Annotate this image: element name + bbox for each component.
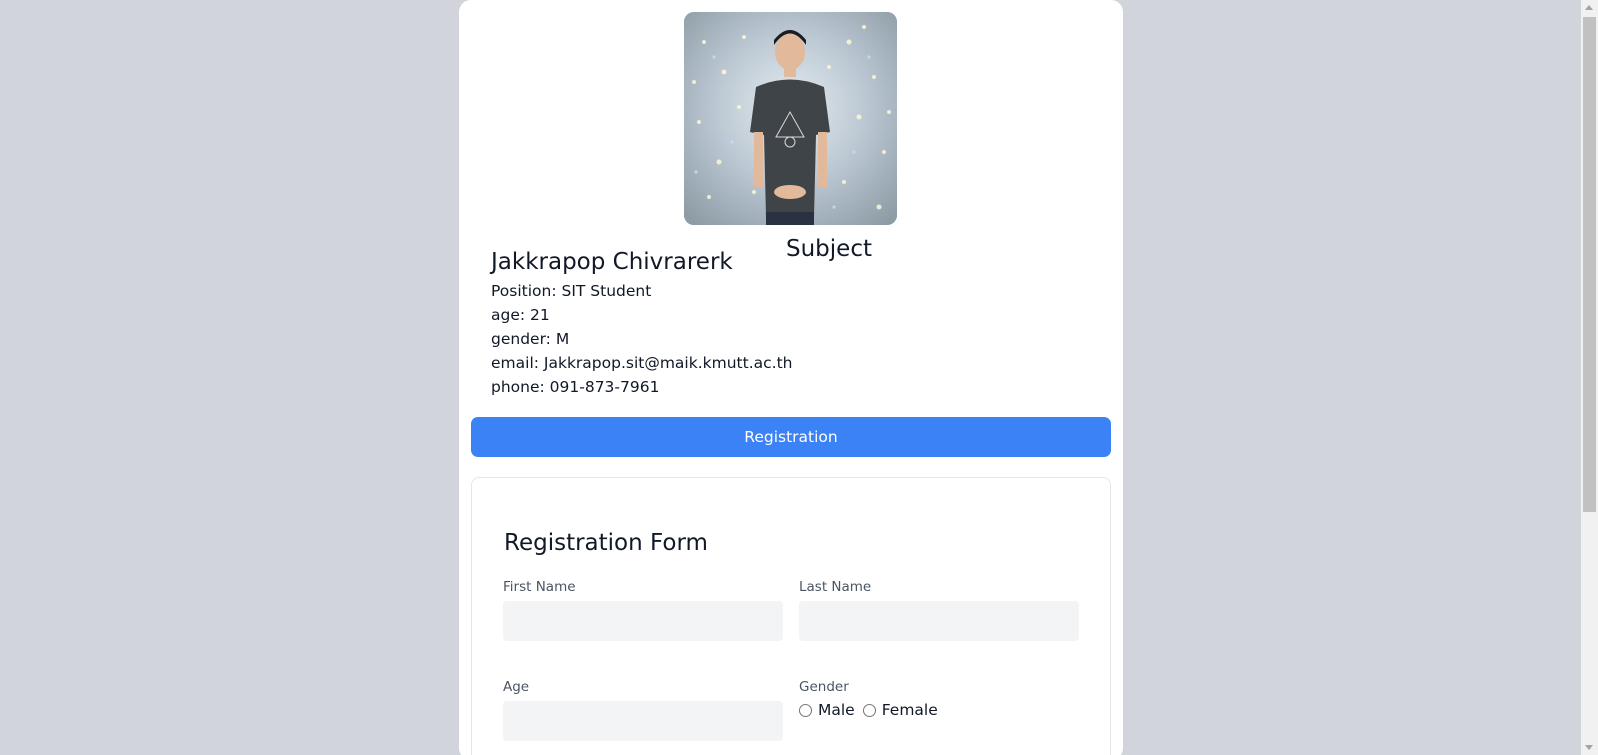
first-name-input[interactable] [503,601,783,641]
subject-heading: Subject [786,236,872,262]
scrollbar-thumb[interactable] [1583,17,1596,512]
gender-female-label[interactable]: Female [882,701,938,719]
gender-options: Male Female [799,701,946,719]
first-name-label: First Name [503,579,576,595]
first-name-field: First Name [503,579,783,641]
registration-button[interactable]: Registration [471,417,1111,457]
profile-photo-image [684,12,897,225]
age-field: Age [503,679,783,741]
profile-info: Jakkrapop Chivrarerk Position: SIT Stude… [491,247,792,399]
profile-name: Jakkrapop Chivrarerk [491,249,733,275]
profile-card: Subject Jakkrapop Chivrarerk Position: S… [459,0,1123,755]
scroll-down-arrow-icon[interactable] [1585,745,1593,750]
gender-label: Gender [799,679,849,695]
profile-email: email: Jakkrapop.sit@maik.kmutt.ac.th [491,354,793,372]
last-name-input[interactable] [799,601,1079,641]
profile-age: age: 21 [491,306,550,324]
gender-female-radio[interactable] [862,703,876,717]
gender-field: Gender Male Female [799,679,946,719]
gender-male-radio[interactable] [799,703,812,717]
vertical-scrollbar[interactable] [1581,0,1598,755]
profile-gender: gender: M [491,330,570,348]
registration-form: Registration Form First Name Last Name A… [471,477,1111,755]
profile-position: Position: SIT Student [491,282,652,300]
form-title: Registration Form [504,530,708,556]
profile-phone: phone: 091-873-7961 [491,378,660,396]
last-name-label: Last Name [799,579,872,595]
last-name-field: Last Name [799,579,1079,641]
profile-photo [684,12,897,225]
gender-male-label[interactable]: Male [818,701,855,719]
age-input[interactable] [503,701,783,741]
scroll-up-arrow-icon[interactable] [1585,5,1593,10]
age-label: Age [503,679,530,695]
